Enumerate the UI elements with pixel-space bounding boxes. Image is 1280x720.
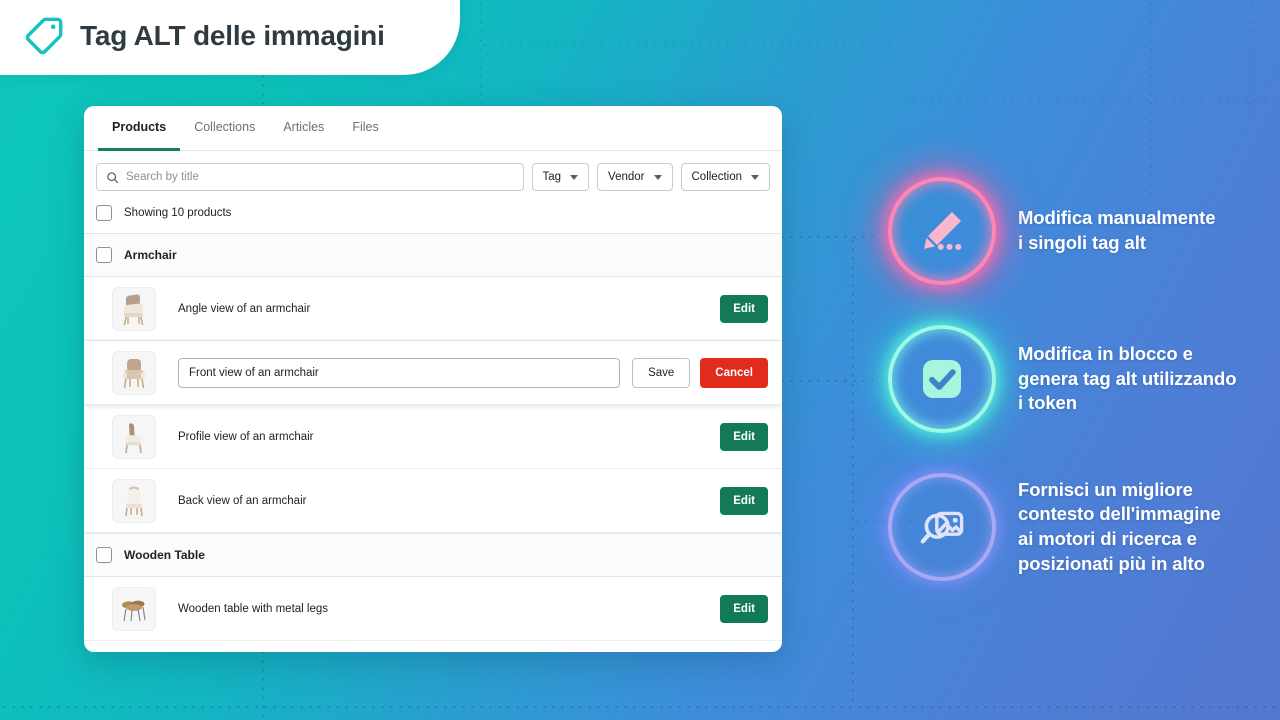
filter-collection-button[interactable]: Collection xyxy=(680,163,770,191)
group-checkbox[interactable] xyxy=(96,547,112,563)
alt-text-value: Back view of an armchair xyxy=(178,494,307,507)
glow-ring xyxy=(888,325,996,433)
tab-label: Files xyxy=(352,120,379,134)
feature-callout-seo-context: Fornisci un migliore contesto dell'immag… xyxy=(888,473,1221,581)
group-title: Wooden Table xyxy=(124,548,205,562)
search-input[interactable] xyxy=(126,171,514,183)
feature-text: Modifica in blocco e genera tag alt util… xyxy=(1018,343,1237,414)
cancel-button[interactable]: Cancel xyxy=(700,357,768,388)
decor-dotted-line xyxy=(0,706,1280,708)
page-title: Tag ALT delle immagini xyxy=(80,19,385,51)
armchair-image xyxy=(125,486,143,516)
header-banner: Tag ALT delle immagini xyxy=(0,0,460,75)
app-window: Products Collections Articles Files Tag … xyxy=(84,106,782,652)
decor-dotted-line xyxy=(778,380,888,382)
tab-collections[interactable]: Collections xyxy=(180,106,269,151)
tab-articles[interactable]: Articles xyxy=(269,106,338,151)
tag-icon xyxy=(25,17,63,54)
feature-text: Modifica manualmente i singoli tag alt xyxy=(1018,207,1216,253)
product-group-header: Wooden Table xyxy=(84,533,782,577)
search-icon xyxy=(107,171,118,183)
feature-text: Fornisci un migliore contesto dell'immag… xyxy=(1018,478,1221,574)
tab-label: Products xyxy=(112,120,167,134)
group-title: Armchair xyxy=(124,248,177,262)
armchair-image xyxy=(125,422,142,453)
tab-label: Articles xyxy=(283,120,325,134)
decor-dotted-line xyxy=(900,100,1280,102)
tab-products[interactable]: Products xyxy=(98,106,181,151)
wooden-table-image xyxy=(122,600,146,621)
product-list: Armchair Angle view of an armchair Edit xyxy=(84,233,782,652)
filter-label: Vendor xyxy=(608,171,645,183)
tab-files[interactable]: Files xyxy=(338,106,392,151)
tab-label: Collections xyxy=(194,120,256,134)
table-row-editing: Save Cancel xyxy=(84,341,782,405)
filter-label: Collection xyxy=(691,171,743,183)
chevron-down-icon xyxy=(653,174,662,180)
table-row: Angle view of an armchair Edit xyxy=(84,277,782,341)
chevron-down-icon xyxy=(751,174,759,180)
table-row: Profile view of an armchair Edit xyxy=(84,405,782,469)
decor-dotted-line xyxy=(852,236,854,706)
alt-text-value: Wooden table with metal legs xyxy=(178,602,329,615)
table-row: Back view of an armchair Edit xyxy=(84,469,782,533)
table-row: Wooden table with metal legs Edit xyxy=(84,577,782,641)
glow-ring xyxy=(888,473,996,581)
showing-count-label: Showing 10 products xyxy=(124,207,232,219)
feature-icon-circle xyxy=(888,325,996,433)
group-checkbox[interactable] xyxy=(96,247,112,263)
edit-button[interactable]: Edit xyxy=(720,486,768,515)
filter-bar: Tag Vendor Collection xyxy=(84,151,782,201)
search-field[interactable] xyxy=(96,163,524,191)
filter-vendor-button[interactable]: Vendor xyxy=(597,163,673,191)
edit-button[interactable]: Edit xyxy=(720,422,768,451)
decor-dotted-line xyxy=(480,44,900,46)
feature-icon-circle xyxy=(888,177,996,285)
armchair-front-thumb xyxy=(112,350,156,395)
select-all-row: Showing 10 products xyxy=(84,201,782,233)
armchair-image xyxy=(123,294,144,325)
edit-button[interactable]: Edit xyxy=(720,594,768,623)
alt-text-input[interactable] xyxy=(178,357,621,388)
tab-bar: Products Collections Articles Files xyxy=(84,106,782,151)
alt-text-value: Profile view of an armchair xyxy=(178,430,314,443)
edit-button[interactable]: Edit xyxy=(720,294,768,323)
feature-callout-manual-edit: Modifica manualmente i singoli tag alt xyxy=(888,177,1216,285)
save-button[interactable]: Save xyxy=(632,357,691,388)
feature-callout-bulk-edit: Modifica in blocco e genera tag alt util… xyxy=(888,325,1237,433)
wooden-table-thumb xyxy=(112,586,156,631)
select-all-checkbox[interactable] xyxy=(96,205,112,221)
filter-tag-button[interactable]: Tag xyxy=(531,163,590,191)
decor-dotted-line xyxy=(1250,0,1252,120)
glow-ring xyxy=(888,177,996,285)
armchair-angle-thumb xyxy=(112,286,156,331)
armchair-image xyxy=(123,358,145,388)
armchair-profile-thumb xyxy=(112,414,156,459)
chevron-down-icon xyxy=(570,174,579,180)
filter-label: Tag xyxy=(542,171,562,183)
product-group-header: Armchair xyxy=(84,233,782,277)
feature-icon-circle xyxy=(888,473,996,581)
alt-text-value: Angle view of an armchair xyxy=(178,302,311,315)
armchair-back-thumb xyxy=(112,478,156,523)
promo-banner: Tag ALT delle immagini Products Collecti… xyxy=(0,0,1280,720)
